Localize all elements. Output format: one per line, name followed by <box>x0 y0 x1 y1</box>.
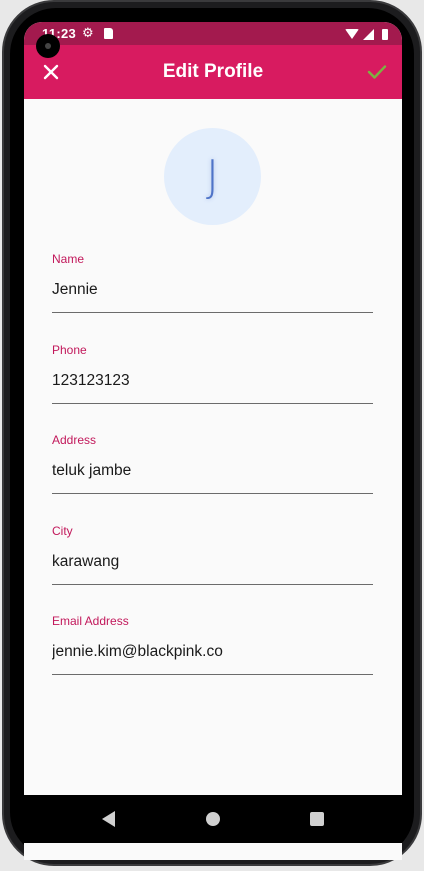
name-label: Name <box>52 252 85 266</box>
page-title: Edit Profile <box>162 61 264 82</box>
screen: 11:23 ⚙ Edit Profile J Name Jennie Phone… <box>24 22 402 860</box>
app-bar: Edit Profile <box>24 45 402 99</box>
phone-input[interactable] <box>52 364 373 397</box>
save-button[interactable] <box>362 57 392 87</box>
back-icon[interactable] <box>102 811 115 827</box>
phone-field: Phone <box>52 343 373 404</box>
camera-hole <box>36 34 60 58</box>
phone-label: Phone <box>52 342 87 357</box>
email-input[interactable] <box>52 636 373 668</box>
check-icon <box>367 65 387 79</box>
city-field: City <box>52 524 373 585</box>
address-label: Address <box>52 433 97 447</box>
home-icon[interactable] <box>206 812 220 826</box>
name-field: Name <box>52 252 373 313</box>
battery-icon <box>382 28 388 40</box>
profile-form: Name Phone Address City Email Address <box>52 252 373 705</box>
avatar[interactable]: J <box>164 128 261 225</box>
address-field: Address <box>52 433 373 494</box>
navigation-bar <box>24 795 402 843</box>
status-indicators <box>345 27 388 41</box>
address-input[interactable] <box>52 455 373 487</box>
avatar-initial: J <box>206 151 219 202</box>
recents-icon[interactable] <box>310 812 324 826</box>
email-label: Email Address <box>52 614 129 628</box>
email-field: Email Address <box>52 614 373 675</box>
status-bar: 11:23 ⚙ <box>24 22 402 45</box>
name-input[interactable] <box>52 274 373 306</box>
city-input[interactable] <box>52 545 373 578</box>
gear-icon: ⚙ <box>82 25 94 40</box>
sd-card-icon <box>104 28 113 39</box>
signal-icon <box>363 28 374 40</box>
wifi-icon <box>345 29 359 39</box>
city-label: City <box>52 523 73 538</box>
